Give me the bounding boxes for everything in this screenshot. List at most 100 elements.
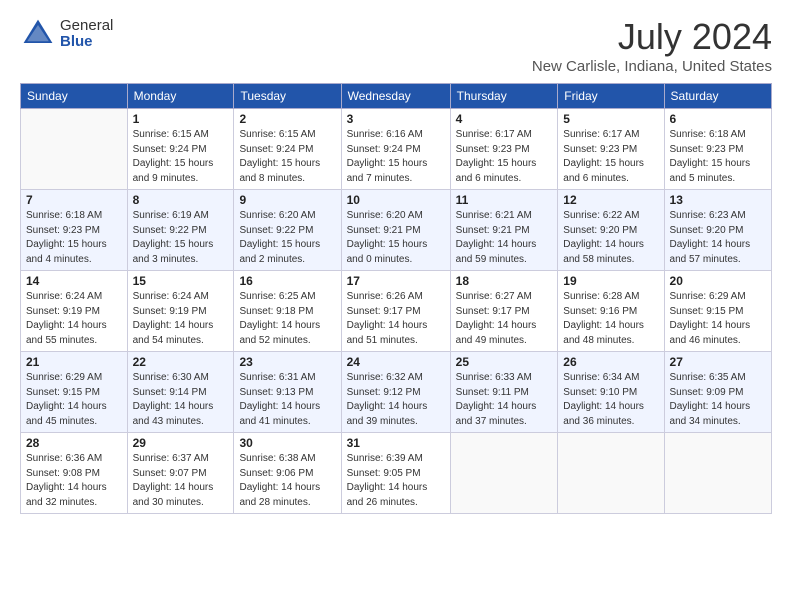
table-row: 4Sunrise: 6:17 AM Sunset: 9:23 PM Daylig…: [450, 109, 558, 190]
day-number: 5: [563, 112, 658, 126]
table-row: 27Sunrise: 6:35 AM Sunset: 9:09 PM Dayli…: [664, 352, 771, 433]
day-info: Sunrise: 6:18 AM Sunset: 9:23 PM Dayligh…: [26, 209, 122, 267]
day-info: Sunrise: 6:29 AM Sunset: 9:15 PM Dayligh…: [26, 371, 122, 429]
logo-blue: Blue: [60, 34, 113, 51]
day-info: Sunrise: 6:17 AM Sunset: 9:23 PM Dayligh…: [563, 128, 658, 186]
day-info: Sunrise: 6:24 AM Sunset: 9:19 PM Dayligh…: [133, 290, 229, 348]
day-info: Sunrise: 6:25 AM Sunset: 9:18 PM Dayligh…: [239, 290, 335, 348]
table-row: 12Sunrise: 6:22 AM Sunset: 9:20 PM Dayli…: [558, 190, 664, 271]
day-number: 1: [133, 112, 229, 126]
day-number: 20: [670, 274, 766, 288]
table-row: 2Sunrise: 6:15 AM Sunset: 9:24 PM Daylig…: [234, 109, 341, 190]
day-info: Sunrise: 6:20 AM Sunset: 9:22 PM Dayligh…: [239, 209, 335, 267]
day-number: 14: [26, 274, 122, 288]
calendar-week-row: 7 Sunrise: 6:18 AM Sunset: 9:23 PM Daylig…: [21, 190, 772, 271]
day-number: 28: [26, 436, 122, 450]
day-info: Sunrise: 6:33 AM Sunset: 9:11 PM Dayligh…: [456, 371, 553, 429]
table-row: [21, 109, 128, 190]
day-info: Sunrise: 6:16 AM Sunset: 9:24 PM Dayligh…: [347, 128, 445, 186]
logo-icon: [20, 16, 56, 52]
logo-general: General: [60, 18, 113, 35]
calendar-week-row: 28 Sunrise: 6:36 AM Sunset: 9:08 PM Dayli…: [21, 433, 772, 514]
day-number: 22: [133, 355, 229, 369]
calendar-week-row: 14 Sunrise: 6:24 AM Sunset: 9:19 PM Dayli…: [21, 271, 772, 352]
day-number: 8: [133, 193, 229, 207]
calendar-table: Sunday Monday Tuesday Wednesday Thursday…: [20, 83, 772, 514]
main-title: July 2024: [532, 16, 772, 58]
day-info: Sunrise: 6:34 AM Sunset: 9:10 PM Dayligh…: [563, 371, 658, 429]
day-info: Sunrise: 6:24 AM Sunset: 9:19 PM Dayligh…: [26, 290, 122, 348]
table-row: 23Sunrise: 6:31 AM Sunset: 9:13 PM Dayli…: [234, 352, 341, 433]
table-row: 21 Sunrise: 6:29 AM Sunset: 9:15 PM Dayli…: [21, 352, 128, 433]
table-row: 19 Sunrise: 6:28 AM Sunset: 9:16 PM Dayli…: [558, 271, 664, 352]
day-info: Sunrise: 6:21 AM Sunset: 9:21 PM Dayligh…: [456, 209, 553, 267]
col-sunday: Sunday: [21, 84, 128, 109]
day-info: Sunrise: 6:27 AM Sunset: 9:17 PM Dayligh…: [456, 290, 553, 348]
col-saturday: Saturday: [664, 84, 771, 109]
table-row: [450, 433, 558, 514]
day-info: Sunrise: 6:26 AM Sunset: 9:17 PM Dayligh…: [347, 290, 445, 348]
table-row: 5 Sunrise: 6:17 AM Sunset: 9:23 PM Daylig…: [558, 109, 664, 190]
logo: General Blue: [20, 16, 113, 52]
day-number: 11: [456, 193, 553, 207]
day-info: Sunrise: 6:15 AM Sunset: 9:24 PM Dayligh…: [239, 128, 335, 186]
table-row: 8 Sunrise: 6:19 AM Sunset: 9:22 PM Daylig…: [127, 190, 234, 271]
table-row: 11 Sunrise: 6:21 AM Sunset: 9:21 PM Dayli…: [450, 190, 558, 271]
day-info: Sunrise: 6:19 AM Sunset: 9:22 PM Dayligh…: [133, 209, 229, 267]
day-number: 12: [563, 193, 658, 207]
calendar-week-row: 21 Sunrise: 6:29 AM Sunset: 9:15 PM Dayli…: [21, 352, 772, 433]
table-row: 13Sunrise: 6:23 AM Sunset: 9:20 PM Dayli…: [664, 190, 771, 271]
day-number: 9: [239, 193, 335, 207]
day-info: Sunrise: 6:39 AM Sunset: 9:05 PM Dayligh…: [347, 452, 445, 510]
table-row: 24Sunrise: 6:32 AM Sunset: 9:12 PM Dayli…: [341, 352, 450, 433]
col-wednesday: Wednesday: [341, 84, 450, 109]
col-tuesday: Tuesday: [234, 84, 341, 109]
day-info: Sunrise: 6:29 AM Sunset: 9:15 PM Dayligh…: [670, 290, 766, 348]
calendar-week-row: 1 Sunrise: 6:15 AM Sunset: 9:24 PM Daylig…: [21, 109, 772, 190]
table-row: 28 Sunrise: 6:36 AM Sunset: 9:08 PM Dayli…: [21, 433, 128, 514]
calendar-header-row: Sunday Monday Tuesday Wednesday Thursday…: [21, 84, 772, 109]
col-monday: Monday: [127, 84, 234, 109]
day-info: Sunrise: 6:36 AM Sunset: 9:08 PM Dayligh…: [26, 452, 122, 510]
subtitle: New Carlisle, Indiana, United States: [532, 58, 772, 75]
col-friday: Friday: [558, 84, 664, 109]
table-row: 29 Sunrise: 6:37 AM Sunset: 9:07 PM Dayli…: [127, 433, 234, 514]
table-row: 26 Sunrise: 6:34 AM Sunset: 9:10 PM Dayli…: [558, 352, 664, 433]
day-number: 18: [456, 274, 553, 288]
table-row: [664, 433, 771, 514]
table-row: 25Sunrise: 6:33 AM Sunset: 9:11 PM Dayli…: [450, 352, 558, 433]
table-row: 17 Sunrise: 6:26 AM Sunset: 9:17 PM Dayli…: [341, 271, 450, 352]
table-row: [558, 433, 664, 514]
table-row: 31Sunrise: 6:39 AM Sunset: 9:05 PM Dayli…: [341, 433, 450, 514]
day-info: Sunrise: 6:38 AM Sunset: 9:06 PM Dayligh…: [239, 452, 335, 510]
table-row: 18 Sunrise: 6:27 AM Sunset: 9:17 PM Dayli…: [450, 271, 558, 352]
day-number: 3: [347, 112, 445, 126]
day-number: 27: [670, 355, 766, 369]
day-number: 23: [239, 355, 335, 369]
day-number: 4: [456, 112, 553, 126]
table-row: 10 Sunrise: 6:20 AM Sunset: 9:21 PM Dayli…: [341, 190, 450, 271]
day-info: Sunrise: 6:15 AM Sunset: 9:24 PM Dayligh…: [133, 128, 229, 186]
table-row: 7 Sunrise: 6:18 AM Sunset: 9:23 PM Daylig…: [21, 190, 128, 271]
day-number: 15: [133, 274, 229, 288]
day-number: 30: [239, 436, 335, 450]
day-info: Sunrise: 6:20 AM Sunset: 9:21 PM Dayligh…: [347, 209, 445, 267]
day-info: Sunrise: 6:18 AM Sunset: 9:23 PM Dayligh…: [670, 128, 766, 186]
day-info: Sunrise: 6:28 AM Sunset: 9:16 PM Dayligh…: [563, 290, 658, 348]
day-info: Sunrise: 6:32 AM Sunset: 9:12 PM Dayligh…: [347, 371, 445, 429]
day-number: 17: [347, 274, 445, 288]
title-block: July 2024 New Carlisle, Indiana, United …: [532, 16, 772, 75]
day-number: 7: [26, 193, 122, 207]
day-info: Sunrise: 6:37 AM Sunset: 9:07 PM Dayligh…: [133, 452, 229, 510]
day-number: 26: [563, 355, 658, 369]
table-row: 30 Sunrise: 6:38 AM Sunset: 9:06 PM Dayli…: [234, 433, 341, 514]
table-row: 6Sunrise: 6:18 AM Sunset: 9:23 PM Daylig…: [664, 109, 771, 190]
table-row: 15 Sunrise: 6:24 AM Sunset: 9:19 PM Dayli…: [127, 271, 234, 352]
day-number: 21: [26, 355, 122, 369]
day-number: 10: [347, 193, 445, 207]
day-number: 19: [563, 274, 658, 288]
day-number: 29: [133, 436, 229, 450]
table-row: 22Sunrise: 6:30 AM Sunset: 9:14 PM Dayli…: [127, 352, 234, 433]
header: General Blue July 2024 New Carlisle, Ind…: [20, 16, 772, 75]
table-row: 1 Sunrise: 6:15 AM Sunset: 9:24 PM Daylig…: [127, 109, 234, 190]
